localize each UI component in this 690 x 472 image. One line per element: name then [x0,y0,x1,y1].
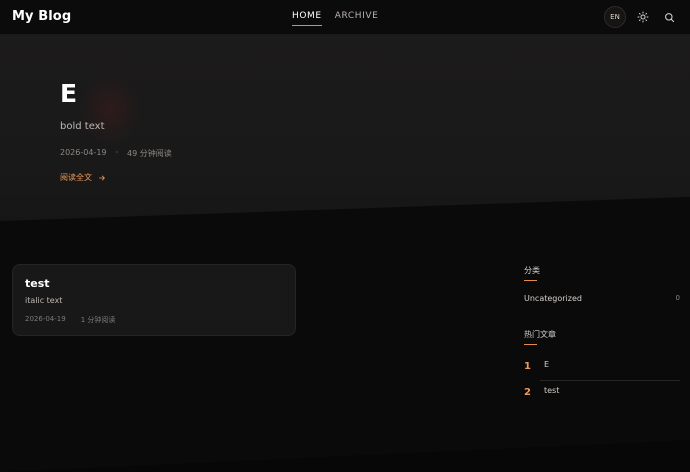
popular-post-item[interactable]: 2 test [524,386,680,406]
footer-decoration [0,440,690,472]
featured-post-title[interactable]: E [60,79,77,108]
post-card-read-time: 1 分钟阅读 [80,316,116,324]
popular-post-title: test [544,386,560,395]
featured-post-date: 2026-04-19 [60,148,107,157]
featured-post-hero: E bold text 2026-04-19 · 49 分钟阅读 阅读全文 [0,35,690,221]
top-header: My Blog HOME ARCHIVE EN [0,0,690,35]
featured-post-meta: 2026-04-19 · 49 分钟阅读 [60,148,172,159]
featured-post-read-time: 49 分钟阅读 [127,149,172,158]
post-card-excerpt: italic text [25,296,63,305]
nav-archive[interactable]: ARCHIVE [335,11,379,26]
post-card-date: 2026-04-19 [25,315,66,323]
post-card[interactable]: test italic text 2026-04-19 1 分钟阅读 [12,264,296,336]
hero-decoration [80,75,140,145]
divider [540,380,680,381]
popular-post-title: E [544,360,550,369]
read-more-link[interactable]: 阅读全文 [60,172,106,183]
popular-post-item[interactable]: 1 E [524,360,680,380]
post-card-title[interactable]: test [25,277,50,290]
main-nav: HOME ARCHIVE [292,11,378,26]
post-card-meta: 2026-04-19 1 分钟阅读 [25,315,115,325]
site-brand[interactable]: My Blog [12,9,71,24]
featured-post-excerpt: bold text [60,121,105,132]
popular-post-rank: 1 [524,361,531,372]
arrow-right-icon [98,175,105,180]
popular-post-rank: 2 [524,387,531,398]
sun-icon [637,11,649,23]
theme-toggle-button[interactable] [635,9,651,25]
search-button[interactable] [661,9,677,25]
language-toggle-button[interactable]: EN [604,6,626,28]
category-count: 0 [675,294,680,302]
read-more-label: 阅读全文 [60,173,92,182]
category-name: Uncategorized [524,294,582,303]
search-icon [664,12,674,22]
meta-separator: · [115,148,119,157]
categories-heading: 分类 [524,265,540,281]
nav-home[interactable]: HOME [292,11,322,26]
category-item[interactable]: Uncategorized 0 [524,294,680,303]
popular-posts-heading: 热门文章 [524,329,556,345]
